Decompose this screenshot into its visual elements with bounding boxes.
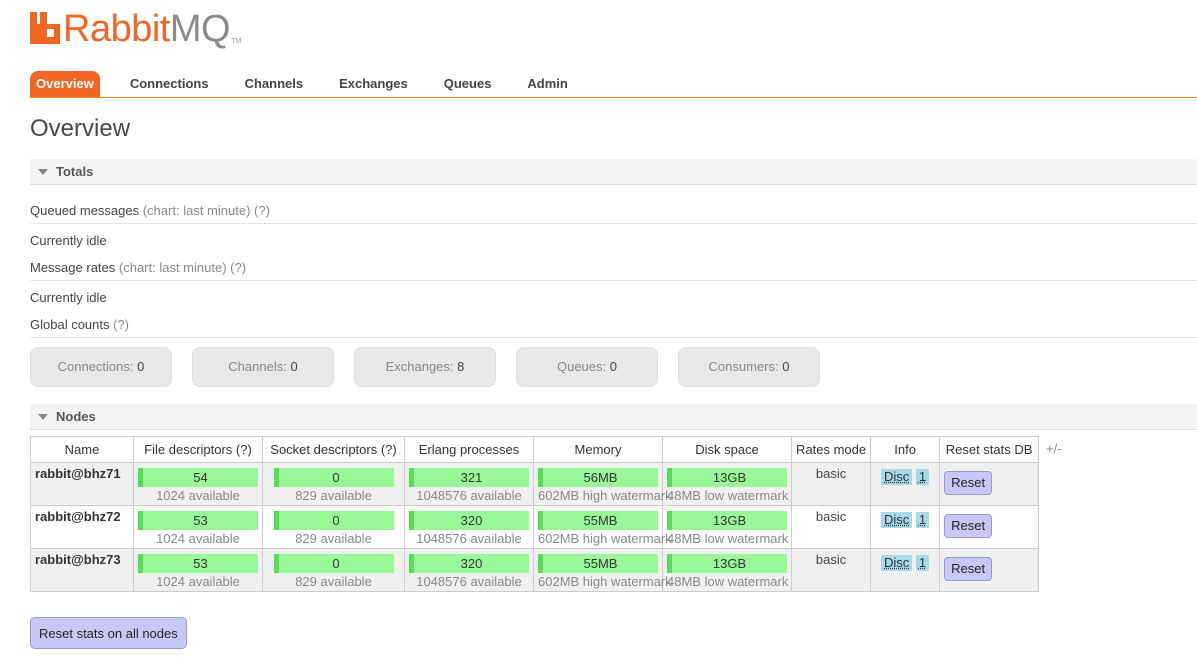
totals-title: Totals (56, 164, 94, 179)
column-toggle-link[interactable]: +/- (1046, 441, 1062, 456)
disc-badge[interactable]: Disc (881, 555, 913, 571)
rates-mode: basic (790, 505, 872, 549)
queues-count: 0 (609, 359, 617, 374)
disc-badge[interactable]: Disc (881, 469, 913, 485)
memory-bar: 55MB (538, 511, 658, 530)
connections-count-box[interactable]: Connections: 0 (30, 347, 172, 387)
page-title: Overview (30, 115, 131, 142)
exchanges-count: 8 (457, 359, 465, 374)
col-socket-descriptors[interactable]: Socket descriptors (?) (262, 436, 405, 463)
table-row: rabbit@bhz72 53 1024 available 0 829 avail… (30, 505, 1040, 549)
socket-bar: 0 (273, 511, 394, 530)
queued-idle-text: Currently idle (30, 233, 107, 248)
global-counts-help[interactable]: (?) (113, 317, 129, 332)
fd-bar: 54 (138, 468, 258, 487)
info-count-badge[interactable]: 1 (915, 469, 930, 485)
col-rates-mode: Rates mode (790, 436, 872, 463)
node-name[interactable]: rabbit@bhz71 (30, 462, 134, 506)
tab-connections[interactable]: Connections (112, 71, 227, 97)
consumers-count: 0 (782, 359, 790, 374)
rabbit-logo-icon (30, 12, 60, 44)
socket-bar: 0 (273, 554, 394, 573)
reset-button[interactable]: Reset (944, 514, 993, 538)
connections-count: 0 (137, 359, 145, 374)
info-count-badge[interactable]: 1 (915, 512, 930, 528)
info-count-badge[interactable]: 1 (915, 555, 930, 571)
erlang-bar: 320 (409, 511, 529, 530)
global-counts-label: Global counts (30, 317, 110, 332)
rates-mode: basic (790, 548, 872, 592)
fd-bar: 53 (138, 554, 258, 573)
nodes-table: Name File descriptors (?) Socket descrip… (30, 436, 1040, 592)
rates-idle-text: Currently idle (30, 290, 107, 305)
collapse-triangle-icon (38, 413, 48, 420)
col-reset-stats-db: Reset stats DB (939, 436, 1040, 463)
message-rates-row: Message rates (chart: last minute) (?) (30, 260, 1197, 281)
totals-section-header[interactable]: Totals (30, 159, 1197, 185)
col-disk-space: Disk space (662, 436, 792, 463)
memory-bar: 55MB (538, 554, 658, 573)
rates-mode: basic (790, 462, 872, 506)
memory-bar: 56MB (538, 468, 658, 487)
tab-admin[interactable]: Admin (509, 71, 585, 97)
fd-bar: 53 (138, 511, 258, 530)
queued-messages-chart-link[interactable]: (chart: last minute) (?) (143, 203, 270, 218)
col-memory: Memory (533, 436, 663, 463)
nodes-title: Nodes (56, 409, 96, 424)
tab-exchanges[interactable]: Exchanges (321, 71, 426, 97)
reset-button[interactable]: Reset (944, 557, 993, 581)
tab-queues[interactable]: Queues (426, 71, 510, 97)
reset-all-nodes-button[interactable]: Reset stats on all nodes (30, 617, 187, 649)
col-file-descriptors[interactable]: File descriptors (?) (133, 436, 263, 463)
node-name[interactable]: rabbit@bhz72 (30, 505, 134, 549)
table-row: rabbit@bhz71 54 1024 available 0 829 avail… (30, 462, 1040, 506)
disk-bar: 13GB (667, 468, 787, 487)
exchanges-count-box[interactable]: Exchanges: 8 (354, 347, 496, 387)
global-counts-row: Global counts (?) (30, 317, 1197, 338)
col-name: Name (30, 436, 134, 463)
disk-bar: 13GB (667, 511, 787, 530)
message-rates-chart-link[interactable]: (chart: last minute) (?) (119, 260, 246, 275)
channels-count-box[interactable]: Channels: 0 (192, 347, 334, 387)
disk-bar: 13GB (667, 554, 787, 573)
tab-channels[interactable]: Channels (227, 71, 322, 97)
col-info: Info (870, 436, 941, 463)
logo-wordmark: RabbitMQ (63, 8, 231, 50)
logo-trademark: TM (231, 38, 242, 45)
tab-overview[interactable]: Overview (30, 71, 100, 97)
reset-button[interactable]: Reset (944, 471, 993, 495)
disc-badge[interactable]: Disc (881, 512, 913, 528)
queues-count-box[interactable]: Queues: 0 (516, 347, 658, 387)
nodes-section-header[interactable]: Nodes (30, 404, 1197, 430)
collapse-triangle-icon (38, 168, 48, 175)
erlang-bar: 320 (409, 554, 529, 573)
col-erlang-processes: Erlang processes (404, 436, 534, 463)
main-nav: Overview Connections Channels Exchanges … (30, 71, 1197, 98)
consumers-count-box[interactable]: Consumers: 0 (678, 347, 820, 387)
queued-messages-row: Queued messages (chart: last minute) (?) (30, 203, 1197, 224)
channels-count: 0 (290, 359, 298, 374)
node-name[interactable]: rabbit@bhz73 (30, 548, 134, 592)
rabbitmq-logo: RabbitMQ TM (30, 8, 242, 50)
queued-messages-label: Queued messages (30, 203, 140, 218)
table-row: rabbit@bhz73 53 1024 available 0 829 avail… (30, 548, 1040, 592)
socket-bar: 0 (273, 468, 394, 487)
erlang-bar: 321 (409, 468, 529, 487)
message-rates-label: Message rates (30, 260, 116, 275)
